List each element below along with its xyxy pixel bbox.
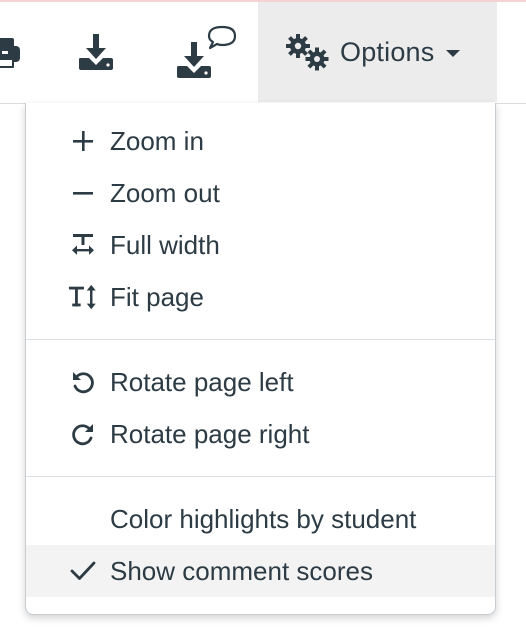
gears-icon — [286, 33, 330, 71]
menu-item-show-comment-scores[interactable]: Show comment scores — [26, 545, 495, 597]
fit-width-icon — [68, 230, 98, 260]
menu-item-fit-page[interactable]: Fit page — [26, 271, 495, 323]
options-label: Options — [340, 36, 435, 67]
options-menu-button[interactable]: Options — [258, 2, 497, 102]
menu-item-label: Zoom in — [110, 125, 204, 156]
menu-item-full-width[interactable]: Full width — [26, 219, 495, 271]
menu-item-label: Rotate page right — [110, 418, 310, 449]
menu-item-color-highlights[interactable]: Color highlights by student — [26, 493, 495, 545]
options-dropdown-menu: Zoom in Zoom out Full width Fit page Rot… — [25, 103, 496, 615]
printer-icon — [0, 32, 22, 72]
minus-icon — [68, 178, 98, 208]
download-annotated-button[interactable] — [168, 2, 250, 102]
menu-item-zoom-in[interactable]: Zoom in — [26, 115, 495, 167]
menu-item-label: Show comment scores — [110, 555, 373, 586]
top-accent-line — [0, 0, 526, 2]
display-group: Color highlights by student Show comment… — [26, 477, 495, 597]
download-button[interactable] — [60, 2, 132, 102]
menu-item-label: Fit page — [110, 281, 204, 312]
menu-item-rotate-right[interactable]: Rotate page right — [26, 408, 495, 460]
zoom-group: Zoom in Zoom out Full width Fit page — [26, 103, 495, 339]
download-with-comment-icon — [177, 24, 241, 80]
checkmark-icon — [68, 556, 98, 586]
document-viewer: Options Zoom in Zoom out Full width Fit … — [0, 0, 526, 642]
chevron-down-icon — [446, 50, 461, 57]
menu-item-label: Color highlights by student — [110, 503, 417, 534]
rotate-right-icon — [68, 419, 98, 449]
menu-item-label: Rotate page left — [110, 366, 294, 397]
menu-item-label: Full width — [110, 229, 220, 260]
print-button[interactable] — [0, 2, 40, 102]
menu-item-zoom-out[interactable]: Zoom out — [26, 167, 495, 219]
rotate-left-icon — [68, 367, 98, 397]
menu-item-rotate-left[interactable]: Rotate page left — [26, 356, 495, 408]
rotate-group: Rotate page left Rotate page right — [26, 340, 495, 476]
plus-icon — [68, 126, 98, 156]
fit-page-icon — [68, 282, 98, 312]
menu-item-label: Zoom out — [110, 177, 220, 208]
viewer-toolbar: Options — [0, 0, 526, 104]
download-icon — [77, 32, 115, 72]
